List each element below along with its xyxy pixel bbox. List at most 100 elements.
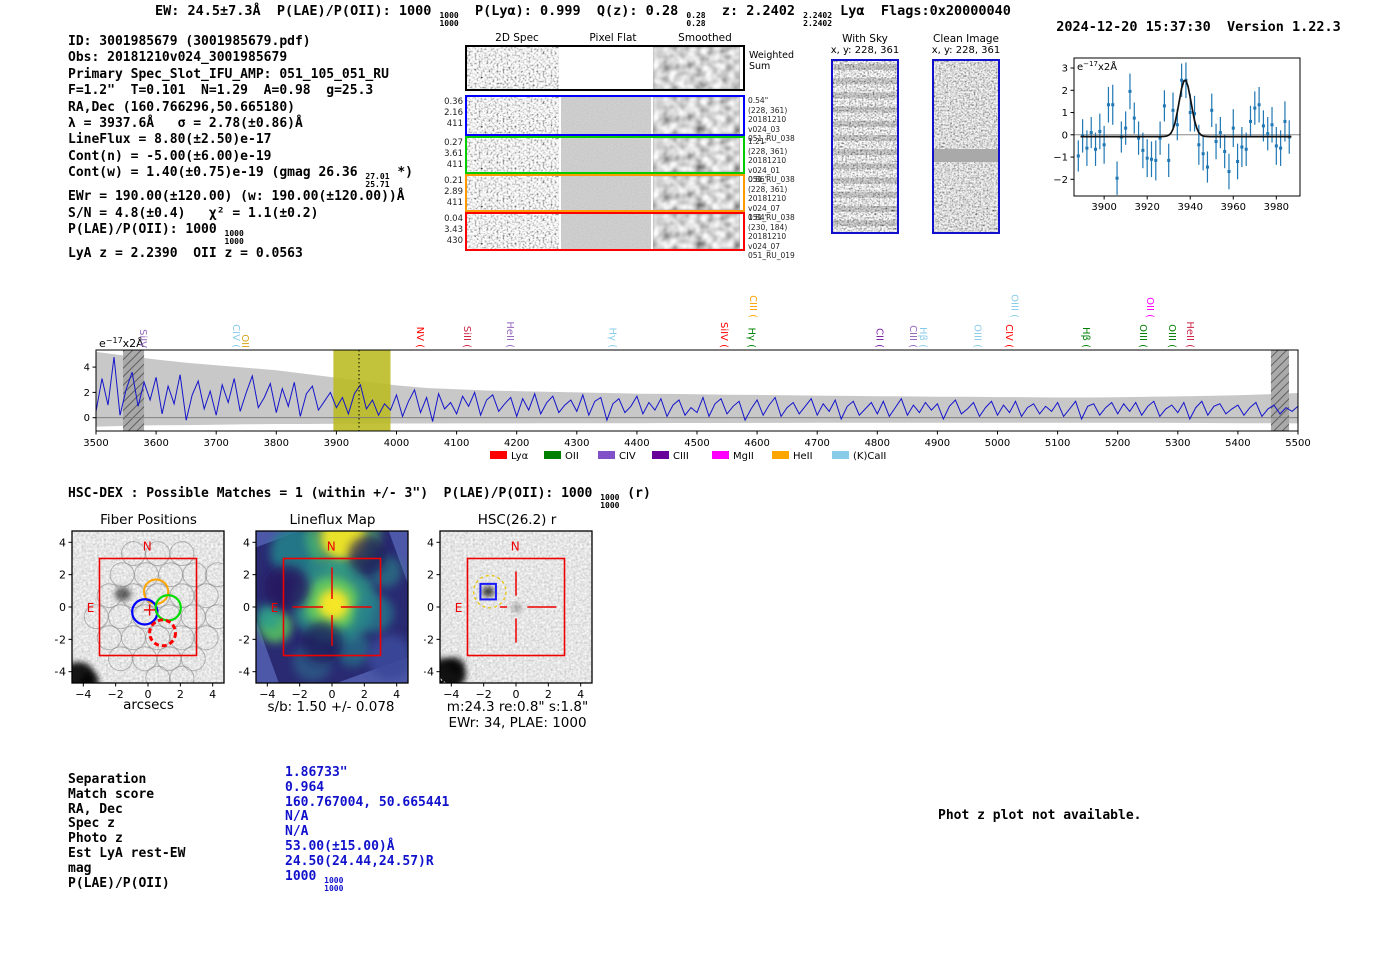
cutout-2dspec-image xyxy=(467,138,560,172)
hsc-ewr-label: EWr: 34, PLAE: 1000 xyxy=(448,715,587,731)
match-fraction: 1000 1000 xyxy=(324,875,344,893)
cutout-pixelflat-image xyxy=(561,214,652,249)
svg-text:−2: −2 xyxy=(1053,175,1068,186)
svg-text:e−17x2Å: e−17x2Å xyxy=(1077,60,1117,73)
svg-text:2: 2 xyxy=(59,569,66,582)
svg-text:N: N xyxy=(143,539,152,553)
fiber-positions-panel: NE−4−4−2−2002244 xyxy=(55,530,225,701)
svg-text:1: 1 xyxy=(1062,108,1068,119)
svg-text:N: N xyxy=(327,539,336,553)
emission-line-label: OIII ( xyxy=(1008,294,1019,318)
info-line-11: P(LAE)/P(OII): 1000 1000 1000 xyxy=(68,222,244,247)
withsky-noise-image xyxy=(833,61,897,232)
svg-text:0: 0 xyxy=(243,601,250,614)
lineflux-map-panel: NE−4−4−2−2002244 xyxy=(239,530,409,701)
cutout-row-right-labels: 1.84" (230, 184) 20181210 v024_07 051_RU_019 xyxy=(748,213,795,261)
match-row-label: P(LAE)/P(OII) xyxy=(68,875,170,891)
match-row-value: 24.50(24.44,24.57)R xyxy=(285,853,434,869)
svg-text:−2: −2 xyxy=(239,633,250,646)
svg-text:4300: 4300 xyxy=(564,438,589,449)
emission-line-label: NV ( xyxy=(414,327,425,349)
photz-note: Phot z plot not available. xyxy=(938,808,1142,823)
info-fraction: 27.01 25.71 xyxy=(365,172,390,190)
match-row-value: 160.767004, 50.665441 xyxy=(285,794,450,810)
svg-text:4: 4 xyxy=(243,536,250,549)
cutout-2dspec-image xyxy=(467,97,560,134)
header-fraction: 2.2402 2.2402 xyxy=(803,11,833,28)
svg-text:4900: 4900 xyxy=(925,438,950,449)
svg-text:4700: 4700 xyxy=(804,438,829,449)
header-summary: EW: 24.5±7.3Å P(LAE)/P(OII): 1000 1000 10… xyxy=(155,3,1011,28)
svg-text:3980: 3980 xyxy=(1264,202,1289,213)
svg-text:2: 2 xyxy=(427,569,434,582)
cleanimage-cutout xyxy=(932,59,1000,234)
svg-text:0: 0 xyxy=(84,413,90,424)
match-row-value: N/A xyxy=(285,824,309,840)
emission-line-label: SiIV xyxy=(137,329,148,348)
svg-text:4500: 4500 xyxy=(684,438,709,449)
emission-line-label: SiIV ( xyxy=(718,322,729,348)
cutout-pixelflat-image xyxy=(561,138,652,172)
elixer-report-page: { "header": { "left_segments": [ {"t":"E… xyxy=(0,0,1400,953)
svg-text:4200: 4200 xyxy=(504,438,529,449)
info-line-4: RA,Dec (160.766296,50.665180) xyxy=(68,99,295,115)
svg-text:3800: 3800 xyxy=(264,438,289,449)
svg-text:−4: −4 xyxy=(239,666,250,679)
svg-text:3500: 3500 xyxy=(83,438,108,449)
withsky-coords: x, y: 228, 361 xyxy=(830,45,900,56)
svg-text:(K)CaII: (K)CaII xyxy=(853,451,886,462)
cutout-2dspec-image xyxy=(467,47,560,89)
emission-line-label: Hγ ( xyxy=(746,327,757,348)
info-line-6: LineFlux = 8.80(±2.50)e-17 xyxy=(68,132,272,148)
svg-text:−4: −4 xyxy=(55,666,66,679)
cutout-2dspec-image xyxy=(467,176,560,210)
svg-text:2: 2 xyxy=(84,388,90,399)
svg-text:4: 4 xyxy=(59,536,66,549)
cutout-row-left-labels: 0.36 2.16 411 xyxy=(444,97,463,129)
col-header-pixelflat: Pixel Flat xyxy=(589,32,637,44)
withsky-cutout xyxy=(831,59,899,234)
emission-line-label: CIII ( xyxy=(747,295,758,318)
cutout-smoothed-image xyxy=(653,97,741,134)
svg-text:3700: 3700 xyxy=(203,438,228,449)
match-row-value: 1000 1000 1000 xyxy=(285,868,344,893)
svg-text:E: E xyxy=(271,601,279,615)
cutout-row-3 xyxy=(465,174,745,212)
match-row-label: Est LyA rest-EW xyxy=(68,846,186,861)
cutout-smoothed-image xyxy=(653,138,741,172)
svg-text:3920: 3920 xyxy=(1134,202,1159,213)
emission-line-label: HeII ( xyxy=(1184,321,1195,348)
cutout-pixelflat-image xyxy=(561,97,652,134)
detection-info-block: ID: 3001985679 (3001985679.pdf) Obs: 2018… xyxy=(68,34,413,262)
svg-text:4: 4 xyxy=(427,536,434,549)
svg-text:CIV: CIV xyxy=(619,451,636,462)
svg-text:4: 4 xyxy=(84,363,90,374)
match-row-value: 1.86733" xyxy=(285,765,348,780)
svg-text:0: 0 xyxy=(1062,130,1068,141)
match-row-label: mag xyxy=(68,860,92,876)
svg-text:5100: 5100 xyxy=(1045,438,1070,449)
line-fit-chart: 3 2 1 0 −1 −2 3900 3920 3940 3960 3980 e−17x2Å xyxy=(1053,57,1301,213)
cutout-pixelflat-image xyxy=(561,47,652,89)
svg-text:4100: 4100 xyxy=(444,438,469,449)
svg-text:5500: 5500 xyxy=(1285,438,1310,449)
cutout-smoothed-image xyxy=(653,214,741,249)
info-line-1: Obs: 20181210v024_3001985679 xyxy=(68,50,288,66)
cutout-row-left-labels: 0.21 2.89 411 xyxy=(444,176,463,208)
cutout-row-1 xyxy=(465,95,745,136)
cleanimage-noise-image xyxy=(934,61,998,232)
svg-text:3900: 3900 xyxy=(1091,202,1116,213)
cleanimage-title: Clean Image xyxy=(932,33,1000,45)
info-line-12: LyA z = 2.2390 OII z = 0.0563 xyxy=(68,246,303,262)
emission-line-label: Hβ ( xyxy=(917,327,928,348)
header-fraction: 1000 1000 xyxy=(439,11,459,28)
emission-line-label: OII ( xyxy=(1144,297,1155,318)
svg-text:4800: 4800 xyxy=(865,438,890,449)
emission-line-label: Hγ ( xyxy=(606,327,617,348)
svg-text:MgII: MgII xyxy=(733,451,754,462)
svg-text:3: 3 xyxy=(1062,64,1068,75)
svg-text:3900: 3900 xyxy=(324,438,349,449)
info-line-0: ID: 3001985679 (3001985679.pdf) xyxy=(68,34,311,49)
cutout-smoothed-image xyxy=(653,47,741,89)
svg-text:3600: 3600 xyxy=(143,438,168,449)
